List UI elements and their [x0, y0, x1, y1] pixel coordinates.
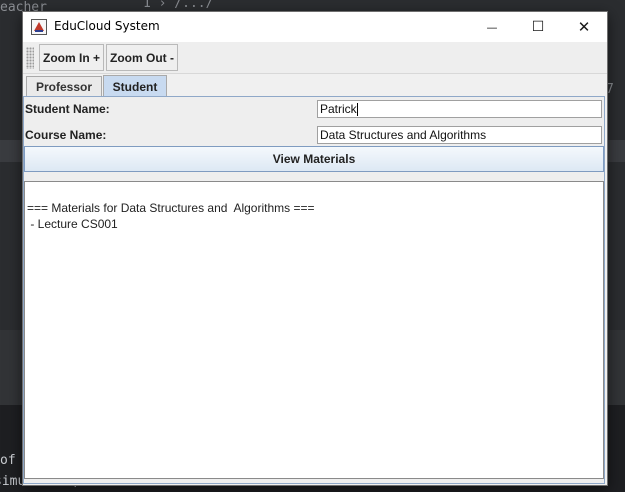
course-name-field[interactable]: Data Structures and Algorithms [317, 126, 602, 144]
tab-strip: Professor Student [23, 74, 607, 97]
maximize-icon: ☐ [531, 19, 545, 35]
course-name-value: Data Structures and Algorithms [320, 128, 487, 142]
minimize-button[interactable]: — [469, 12, 515, 42]
course-name-label: Course Name: [25, 128, 107, 142]
tab-professor[interactable]: Professor [26, 76, 102, 96]
output-line-header: === Materials for Data Structures and Al… [27, 201, 315, 215]
text-caret [356, 103, 358, 117]
output-line-item: - Lecture CS001 [27, 217, 118, 231]
toolbar-grip[interactable] [26, 47, 34, 69]
title-bar[interactable]: EduCloud System — ☐ ✕ [23, 12, 607, 42]
student-name-field[interactable]: Patrick [317, 100, 602, 118]
student-name-label: Student Name: [25, 102, 110, 116]
educloud-window: EduCloud System — ☐ ✕ Zoom In + Zoom Out… [22, 11, 608, 486]
zoom-out-button[interactable]: Zoom Out - [106, 44, 178, 71]
ide-path-text: 1 › /.../ [143, 0, 214, 11]
window-title: EduCloud System [54, 19, 160, 33]
close-button[interactable]: ✕ [561, 12, 607, 42]
toolbar: Zoom In + Zoom Out - [23, 42, 607, 74]
tab-student[interactable]: Student [103, 75, 167, 97]
student-name-value: Patrick [320, 102, 357, 116]
java-app-icon [31, 19, 47, 35]
materials-output-area[interactable]: === Materials for Data Structures and Al… [24, 181, 604, 479]
minimize-icon: — [486, 20, 498, 34]
ide-text-bottom-1: of [0, 453, 16, 468]
view-materials-button[interactable]: View Materials [24, 146, 604, 172]
maximize-button[interactable]: ☐ [515, 12, 561, 42]
student-panel: Student Name: Patrick Course Name: Data … [23, 96, 605, 484]
close-icon: ✕ [577, 18, 591, 36]
zoom-in-button[interactable]: Zoom In + [39, 44, 104, 71]
